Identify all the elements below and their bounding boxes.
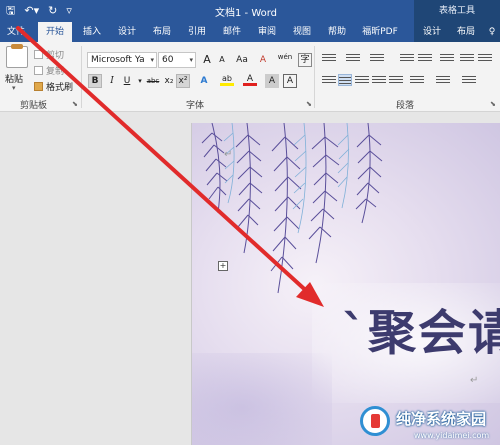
- enclose-char-button[interactable]: 字: [298, 53, 312, 67]
- superscript-button[interactable]: x²: [176, 74, 190, 88]
- font-color-button[interactable]: A: [243, 72, 257, 86]
- tab-home[interactable]: 开始: [38, 22, 72, 42]
- document-canvas: ↵ ↵ `聚会请 +: [0, 113, 500, 445]
- tab-review[interactable]: 审阅: [253, 22, 281, 42]
- strikethrough-button[interactable]: abc: [143, 74, 163, 88]
- align-right-icon[interactable]: [355, 74, 369, 86]
- format-painter-button[interactable]: 格式刷: [34, 80, 73, 93]
- background-glow: [192, 353, 332, 445]
- numbering-icon[interactable]: [346, 52, 360, 64]
- chevron-down-icon[interactable]: ▾: [12, 84, 16, 92]
- copy-icon: [34, 66, 43, 75]
- font-group-label: 字体: [186, 101, 205, 111]
- underline-button[interactable]: U: [120, 74, 134, 88]
- italic-button[interactable]: I: [105, 74, 119, 88]
- justify-icon[interactable]: [372, 74, 386, 86]
- site-logo-icon: [360, 406, 390, 436]
- font-size-value: 60: [162, 55, 174, 65]
- copy-label: 复制: [46, 67, 65, 77]
- copy-button[interactable]: 复制: [34, 64, 64, 77]
- dialog-launcher-icon[interactable]: ⬊: [306, 100, 312, 108]
- paragraph-mark: ↵: [224, 149, 233, 160]
- quick-access-toolbar: 🖫 ↶▾ ↻ ▿: [6, 3, 72, 19]
- tab-foxit-pdf[interactable]: 福昕PDF: [356, 22, 404, 42]
- paragraph-group-label: 段落: [396, 101, 415, 111]
- decrease-indent-icon[interactable]: [400, 52, 414, 64]
- phonetic-guide-button[interactable]: wén: [276, 50, 294, 64]
- sort-icon[interactable]: [460, 52, 474, 64]
- save-icon[interactable]: 🖫: [6, 3, 15, 19]
- shading-icon[interactable]: [436, 74, 450, 86]
- scissors-icon: [34, 50, 43, 59]
- increase-indent-icon[interactable]: [418, 52, 432, 64]
- site-watermark: 纯净系统家园 www.yidaimei.com: [348, 402, 500, 445]
- poster-title[interactable]: `聚会请: [342, 293, 500, 363]
- document-title: 文档1 - Word: [215, 8, 278, 19]
- ribbon-tabs: 文件 开始 插入 设计 布局 引用 邮件 审阅 视图 帮助 福昕PDF 设计 布…: [0, 22, 500, 42]
- tab-table-design[interactable]: 设计: [418, 22, 446, 42]
- font-size-combo[interactable]: 60 ▾: [158, 52, 196, 68]
- group-divider: [81, 46, 82, 108]
- title-bar: 🖫 ↶▾ ↻ ▿ 文档1 - Word 表格工具: [0, 0, 500, 22]
- shrink-font-button[interactable]: A: [215, 53, 229, 67]
- font-name-combo[interactable]: Microsoft Ya ▾: [87, 52, 157, 68]
- watermark-url: www.yidaimei.com: [414, 431, 490, 440]
- tab-help[interactable]: 帮助: [323, 22, 351, 42]
- tab-references[interactable]: 引用: [183, 22, 211, 42]
- table-tools-label: 表格工具: [414, 0, 500, 22]
- chevron-down-icon: ▾: [150, 56, 154, 64]
- clear-format-button[interactable]: A: [256, 53, 270, 67]
- bullets-icon[interactable]: [322, 52, 336, 64]
- align-left-icon[interactable]: [322, 74, 336, 86]
- text-effects-button[interactable]: A: [197, 74, 211, 88]
- font-name-value: Microsoft Ya: [91, 55, 145, 65]
- tab-insert[interactable]: 插入: [78, 22, 106, 42]
- asian-layout-icon[interactable]: [440, 52, 454, 64]
- redo-icon[interactable]: ↻: [48, 3, 57, 19]
- distributed-icon[interactable]: [389, 74, 403, 86]
- tab-file[interactable]: 文件: [4, 22, 28, 42]
- multilevel-list-icon[interactable]: [370, 52, 384, 64]
- format-painter-label: 格式刷: [46, 83, 74, 93]
- group-divider: [314, 46, 315, 108]
- cut-button[interactable]: 剪切: [34, 48, 64, 61]
- undo-icon[interactable]: ↶▾: [24, 3, 39, 19]
- char-border-button[interactable]: A: [283, 74, 297, 88]
- dialog-launcher-icon[interactable]: ⬊: [72, 100, 78, 108]
- tab-layout[interactable]: 布局: [148, 22, 176, 42]
- show-marks-icon[interactable]: [478, 52, 492, 64]
- tab-table-layout[interactable]: 布局: [452, 22, 480, 42]
- paragraph-mark: ↵: [470, 375, 479, 386]
- change-case-button[interactable]: Aa: [233, 53, 251, 67]
- line-spacing-icon[interactable]: [410, 74, 424, 86]
- chevron-down-icon: ▾: [189, 56, 193, 64]
- clipboard-icon[interactable]: [6, 44, 28, 68]
- table-move-handle[interactable]: +: [218, 261, 228, 271]
- bold-button[interactable]: B: [88, 74, 102, 88]
- borders-icon[interactable]: [462, 74, 476, 86]
- customize-icon[interactable]: ▿: [66, 3, 72, 19]
- tab-design[interactable]: 设计: [113, 22, 141, 42]
- watermark-title: 纯净系统家园: [396, 410, 487, 428]
- brush-icon: [34, 82, 43, 91]
- tell-me-icon[interactable]: ♀: [486, 22, 498, 42]
- ribbon: 粘贴 ▾ 剪切 复制 格式刷 剪贴板 ⬊ Microsoft Ya ▾ 60 ▾…: [0, 42, 500, 112]
- highlight-color-button[interactable]: ab: [220, 72, 234, 86]
- clipboard-group-label: 剪贴板: [20, 101, 48, 111]
- dialog-launcher-icon[interactable]: ⬊: [490, 100, 496, 108]
- char-shading-button[interactable]: A: [265, 74, 279, 88]
- cut-label: 剪切: [46, 51, 65, 61]
- subscript-button[interactable]: x₂: [162, 74, 176, 88]
- tab-view[interactable]: 视图: [288, 22, 316, 42]
- grow-font-button[interactable]: A: [200, 53, 214, 67]
- tab-mailings[interactable]: 邮件: [218, 22, 246, 42]
- document-page[interactable]: ↵ ↵ `聚会请: [191, 123, 500, 445]
- align-center-icon[interactable]: [338, 74, 352, 86]
